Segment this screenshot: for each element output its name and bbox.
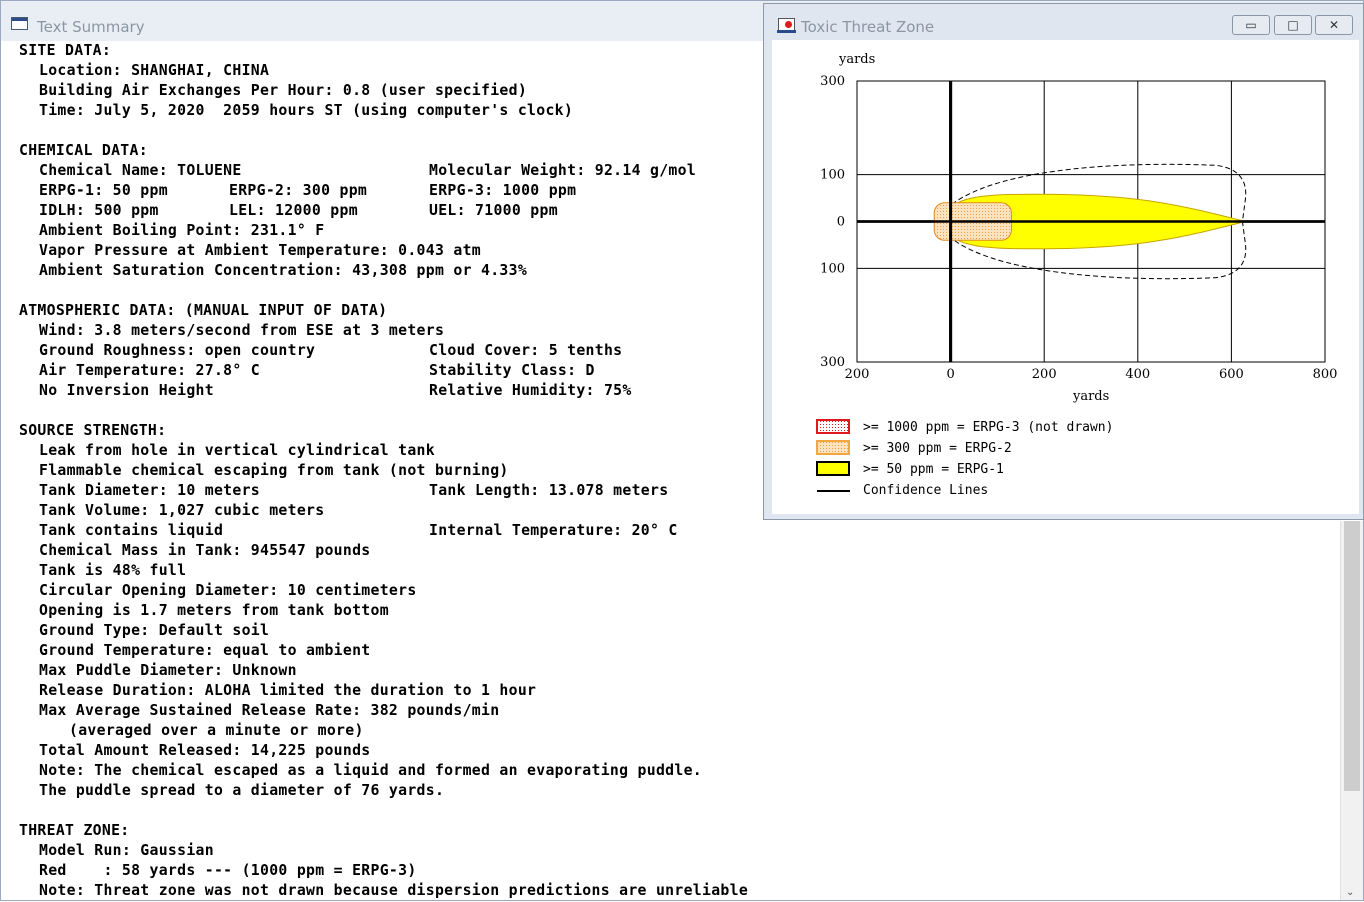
threat-zone-plot-area: yards yards 200 0 200 400 600 800 300 100 0 100 300 >… [772, 40, 1359, 514]
legend-label: >= 50 ppm = ERPG-1 [863, 462, 1004, 477]
x-tick-label: 0 [946, 367, 954, 382]
y-axis-unit-label: yards [838, 52, 875, 67]
summary-field: Molecular Weight: 92.14 g/mol [429, 162, 697, 179]
scroll-down-arrow-icon[interactable]: ⌄ [1346, 887, 1354, 898]
y-tick-label: 300 [820, 74, 845, 89]
summary-line: Note: The chemical escaped as a liquid a… [39, 762, 703, 779]
y-tick-label: 300 [820, 355, 845, 370]
summary-field: Air Temperature: 27.8° C [39, 362, 261, 379]
x-tick-label: 400 [1125, 367, 1150, 382]
app-window-icon [11, 17, 28, 30]
legend-label: >= 1000 ppm = ERPG-3 (not drawn) [863, 420, 1113, 435]
section-heading: THREAT ZONE: [19, 822, 130, 839]
summary-field: ERPG-2: 300 ppm [229, 182, 368, 199]
threat-zone-window-icon [777, 18, 796, 33]
summary-field: Chemical Name: TOLUENE [39, 162, 242, 179]
text-summary-title: Text Summary [37, 18, 145, 36]
summary-field: Tank contains liquid [39, 522, 224, 539]
legend-swatch-erpg3 [816, 419, 850, 434]
close-button[interactable]: ✕ [1315, 15, 1353, 35]
summary-field: ERPG-3: 1000 ppm [429, 182, 577, 199]
x-axis-unit-label: yards [1072, 389, 1109, 404]
summary-line: The puddle spread to a diameter of 76 ya… [39, 782, 445, 799]
vertical-scrollbar[interactable]: ⌄ [1340, 521, 1363, 900]
x-tick-label: 800 [1313, 367, 1338, 382]
legend-swatch-erpg1 [816, 461, 850, 476]
summary-field: Stability Class: D [429, 362, 595, 379]
summary-line: Opening is 1.7 meters from tank bottom [39, 602, 389, 619]
summary-line: Release Duration: ALOHA limited the dura… [39, 682, 537, 699]
summary-line: Ground Temperature: equal to ambient [39, 642, 371, 659]
summary-line: Total Amount Released: 14,225 pounds [39, 742, 371, 759]
summary-field: Relative Humidity: 75% [429, 382, 632, 399]
summary-field: No Inversion Height [39, 382, 214, 399]
y-tick-label: 0 [837, 215, 845, 230]
y-tick-label: 100 [820, 168, 845, 183]
summary-field: ERPG-1: 50 ppm [39, 182, 168, 199]
summary-line: Model Run: Gaussian [39, 842, 214, 859]
scrollbar-thumb[interactable] [1344, 521, 1360, 791]
legend-label: Confidence Lines [863, 483, 988, 498]
summary-line: Ground Type: Default soil [39, 622, 270, 639]
minimize-button[interactable]: ▭ [1232, 15, 1270, 35]
summary-field: LEL: 12000 ppm [229, 202, 358, 219]
summary-field: Internal Temperature: 20° C [429, 522, 678, 539]
summary-line: Circular Opening Diameter: 10 centimeter… [39, 582, 417, 599]
maximize-button[interactable]: □ [1274, 15, 1312, 35]
threat-zone-titlebar[interactable]: Toxic Threat Zone ▭ □ ✕ [764, 4, 1363, 44]
legend-swatch-erpg2 [816, 440, 850, 455]
summary-line: Red : 58 yards --- (1000 ppm = ERPG-3) [39, 862, 417, 879]
summary-field: IDLH: 500 ppm [39, 202, 159, 219]
summary-field: Ground Roughness: open country [39, 342, 316, 359]
summary-line: Max Puddle Diameter: Unknown [39, 662, 297, 679]
summary-line: Max Average Sustained Release Rate: 382 … [39, 702, 500, 719]
summary-line: Chemical Mass in Tank: 945547 pounds [39, 542, 371, 559]
summary-line: Note: Threat zone was not drawn because … [39, 882, 749, 899]
x-tick-label: 200 [1032, 367, 1057, 382]
summary-field: Cloud Cover: 5 tenths [429, 342, 623, 359]
summary-line: Tank is 48% full [39, 562, 187, 579]
threat-zone-chart: yards yards 200 0 200 400 600 800 300 100 0 100 300 >… [816, 52, 1338, 498]
threat-zone-title: Toxic Threat Zone [801, 18, 935, 36]
summary-field: Tank Length: 13.078 meters [429, 482, 669, 499]
toxic-threat-zone-window: Toxic Threat Zone ▭ □ ✕ yards yards 200 0 20… [763, 3, 1364, 520]
summary-field: Tank Diameter: 10 meters [39, 482, 261, 499]
y-tick-label: 100 [820, 261, 845, 276]
x-tick-label: 200 [845, 367, 870, 382]
x-tick-label: 600 [1219, 367, 1244, 382]
summary-field: UEL: 71000 ppm [429, 202, 558, 219]
summary-line: (averaged over a minute or more) [69, 722, 364, 739]
summary-line: Tank contains liquid Internal Temperature… [19, 521, 1319, 541]
legend-label: >= 300 ppm = ERPG-2 [863, 441, 1012, 456]
